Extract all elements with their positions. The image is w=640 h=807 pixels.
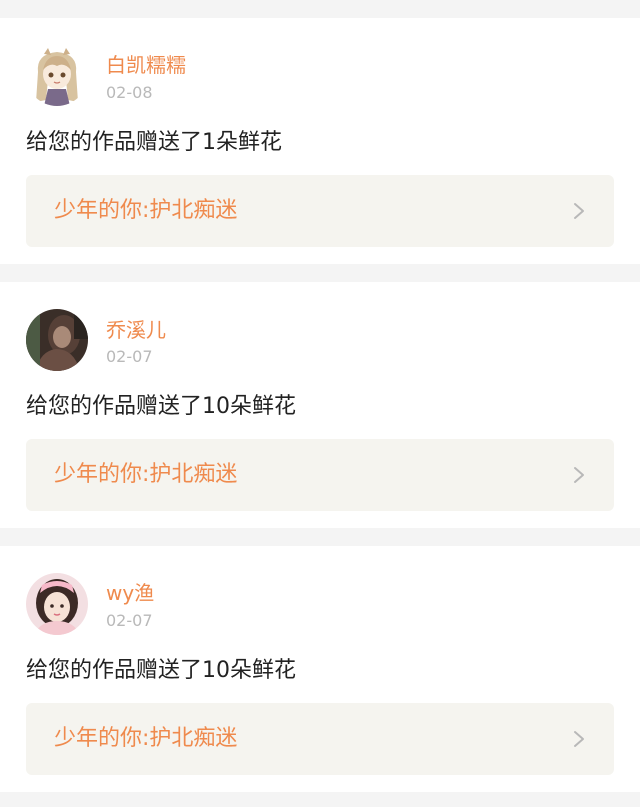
pink-girl-avatar-icon	[26, 573, 88, 635]
gift-message: 给您的作品赠送了10朵鲜花	[26, 394, 296, 419]
username[interactable]: 白凯糯糯	[106, 53, 186, 77]
gift-message: 给您的作品赠送了10朵鲜花	[26, 658, 296, 683]
gift-notification-card: wy渔 02-07 给您的作品赠送了10朵鲜花 少年的你:护北痴迷	[0, 546, 640, 792]
work-title: 少年的你:护北痴迷	[54, 198, 238, 223]
dark-photo-avatar-icon	[26, 309, 88, 371]
work-title: 少年的你:护北痴迷	[54, 462, 238, 487]
user-avatar[interactable]	[26, 309, 88, 371]
chevron-right-icon	[574, 203, 584, 219]
gift-notification-feed: 白凯糯糯 02-08 给您的作品赠送了1朵鲜花 少年的你:护北痴迷 乔溪儿 02…	[0, 0, 640, 807]
username[interactable]: wy渔	[106, 581, 154, 605]
gift-notification-card: 乔溪儿 02-07 给您的作品赠送了10朵鲜花 少年的你:护北痴迷	[0, 282, 640, 528]
chevron-right-icon	[574, 467, 584, 483]
gift-date: 02-07	[106, 611, 153, 630]
gift-notification-card: 白凯糯糯 02-08 给您的作品赠送了1朵鲜花 少年的你:护北痴迷	[0, 18, 640, 264]
work-title: 少年的你:护北痴迷	[54, 726, 238, 751]
username[interactable]: 乔溪儿	[106, 318, 166, 342]
anime-girl-avatar-icon	[26, 44, 88, 106]
gift-date: 02-07	[106, 347, 153, 366]
gift-date: 02-08	[106, 83, 153, 102]
chevron-right-icon	[574, 731, 584, 747]
work-link[interactable]: 少年的你:护北痴迷	[26, 703, 614, 775]
work-link[interactable]: 少年的你:护北痴迷	[26, 439, 614, 511]
work-link[interactable]: 少年的你:护北痴迷	[26, 175, 614, 247]
gift-message: 给您的作品赠送了1朵鲜花	[26, 130, 282, 155]
user-avatar[interactable]	[26, 44, 88, 106]
user-avatar[interactable]	[26, 573, 88, 635]
